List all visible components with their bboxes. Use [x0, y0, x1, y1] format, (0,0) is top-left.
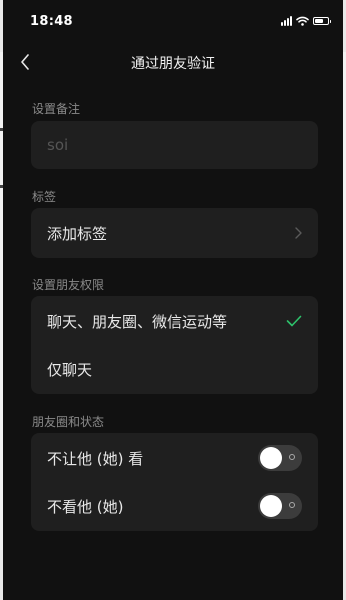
permission-option-label: 仅聊天 — [47, 360, 93, 379]
toggle-off-indicator — [289, 502, 295, 508]
add-tag-row[interactable]: 添加标签 — [31, 208, 318, 258]
checkmark-icon — [286, 315, 302, 327]
toggle-knob — [260, 447, 282, 469]
remark-value: soi — [47, 136, 69, 154]
phone-screen: 18:48 通过朋友验证 设置备注 soi 标签 添加标签 设置朋友权限 聊天、… — [3, 0, 343, 600]
hide-their-moments-row: 不看他 (她) — [31, 482, 318, 530]
hide-their-moments-label: 不看他 (她) — [47, 497, 124, 516]
signal-icon — [281, 16, 292, 26]
hide-my-moments-label: 不让他 (她) 看 — [47, 449, 144, 468]
tags-section-label: 标签 — [32, 190, 57, 204]
permissions-section-label: 设置朋友权限 — [32, 278, 105, 292]
wifi-icon — [296, 16, 309, 26]
chevron-right-icon — [295, 227, 302, 239]
status-time: 18:48 — [30, 14, 73, 29]
moments-section-label: 朋友圈和状态 — [32, 415, 105, 429]
battery-icon — [313, 17, 331, 25]
hide-my-moments-toggle[interactable] — [258, 445, 302, 471]
permission-option-label: 聊天、朋友圈、微信运动等 — [47, 312, 228, 331]
hide-my-moments-row: 不让他 (她) 看 — [31, 434, 318, 482]
permissions-card: 聊天、朋友圈、微信运动等 仅聊天 — [31, 296, 318, 394]
page-title: 通过朋友验证 — [131, 56, 215, 72]
hide-their-moments-toggle[interactable] — [258, 493, 302, 519]
status-bar: 18:48 — [3, 0, 343, 44]
remark-section-label: 设置备注 — [32, 102, 81, 116]
navigation-bar: 通过朋友验证 — [3, 44, 343, 82]
status-icons — [281, 16, 331, 26]
permission-option-chat-only[interactable]: 仅聊天 — [31, 345, 318, 393]
permission-option-all[interactable]: 聊天、朋友圈、微信运动等 — [31, 297, 318, 345]
add-tag-label: 添加标签 — [47, 224, 108, 243]
remark-input[interactable]: soi — [31, 121, 318, 169]
toggle-off-indicator — [289, 454, 295, 460]
moments-card: 不让他 (她) 看 不看他 (她) — [31, 433, 318, 531]
toggle-knob — [260, 495, 282, 517]
